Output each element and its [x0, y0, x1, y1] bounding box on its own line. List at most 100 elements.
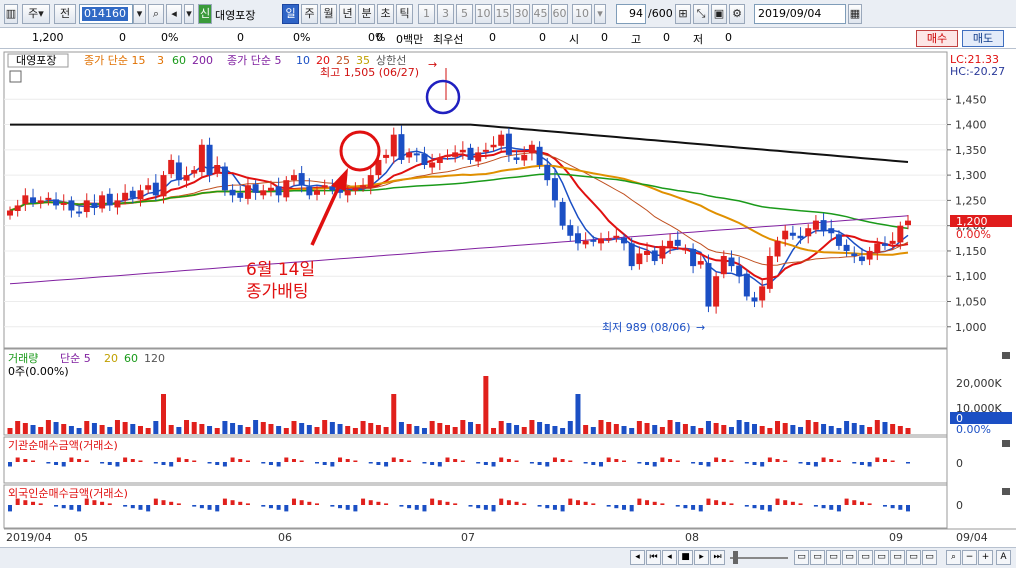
candle-body	[881, 243, 888, 246]
candle-body	[175, 162, 182, 181]
zoom-slider[interactable]	[730, 557, 788, 559]
volume-bar	[99, 425, 105, 434]
candle-body	[83, 200, 90, 213]
foreign-bar	[261, 505, 266, 507]
candle-body	[697, 261, 704, 265]
foreign-bar	[414, 505, 419, 510]
stock-chart[interactable]: 1,450 1,400 1,350 1,300 1,250 1,200 1,150 1,100…	[0, 0, 1016, 548]
institution-bar	[867, 462, 872, 467]
grid-toggle-icon[interactable]	[9, 70, 22, 83]
layout-7-icon[interactable]: ▭	[890, 550, 905, 565]
layout-2-icon[interactable]: ▭	[810, 550, 825, 565]
volume-bar	[306, 425, 312, 434]
volume-bar	[299, 423, 305, 434]
institution-bar	[622, 460, 627, 462]
play-icon[interactable]: ▸	[694, 550, 709, 565]
institution-bar	[775, 459, 780, 462]
high-arrow-icon: →	[428, 58, 437, 71]
institution-bar	[476, 462, 481, 464]
foreign-bar	[683, 505, 688, 509]
layout-3-icon[interactable]: ▭	[826, 550, 841, 565]
zoom-out-icon[interactable]: ⌕	[946, 550, 961, 565]
plus-icon[interactable]: +	[978, 550, 993, 565]
zoom-slider-thumb[interactable]	[733, 551, 738, 564]
high-annotation: 최고 1,505 (06/27)	[320, 66, 419, 79]
candle-body	[444, 154, 451, 157]
layout-4-icon[interactable]: ▭	[842, 550, 857, 565]
layout-8-icon[interactable]: ▭	[906, 550, 921, 565]
candle-body	[536, 146, 543, 165]
layout-5-icon[interactable]: ▭	[858, 550, 873, 565]
institution-bar	[529, 462, 534, 464]
foreign-bar	[23, 500, 28, 505]
candle-body	[498, 134, 505, 146]
stop-icon[interactable]: ■	[678, 550, 693, 565]
institution-bar	[368, 462, 373, 464]
foreign-bar	[153, 498, 158, 505]
institution-bar	[767, 457, 772, 462]
price-tick-label: 1,100	[955, 270, 987, 283]
foreign-bar	[384, 503, 389, 505]
candle-body	[229, 189, 236, 196]
volume-bar	[53, 422, 59, 434]
institution-bar	[192, 460, 197, 462]
volume-bar	[675, 422, 681, 434]
bottom-toolbar: ◂ ⏮ ◂ ■ ▸ ⏭ ▭ ▭ ▭ ▭ ▭ ▭ ▭ ▭ ▭ ⌕ − + A	[0, 547, 1016, 568]
institution-bar	[691, 462, 696, 464]
volume-bar	[383, 427, 389, 434]
minus-icon[interactable]: −	[962, 550, 977, 565]
volume-bar	[736, 420, 742, 434]
institution-bar	[598, 462, 603, 467]
volume-close-icon[interactable]	[1002, 352, 1010, 359]
volume-bar	[375, 425, 381, 434]
institution-bar	[614, 459, 619, 462]
institution-bar	[23, 459, 28, 462]
institution-panel	[3, 436, 948, 484]
volume-bar	[705, 421, 711, 434]
candle-body	[766, 256, 773, 289]
institution-bar	[798, 462, 803, 464]
scroll-left-icon[interactable]: ◂	[630, 550, 645, 565]
institution-bar	[330, 462, 335, 467]
volume-bar	[851, 423, 857, 434]
volume-bar	[15, 421, 21, 434]
foreign-bar	[353, 505, 358, 512]
forward-icon[interactable]: ⏭	[710, 550, 725, 565]
candle-body	[360, 185, 367, 188]
foreign-close-icon[interactable]	[1002, 488, 1010, 495]
volume-bar	[583, 425, 589, 434]
candle-body	[905, 220, 911, 226]
foreign-bar	[552, 505, 557, 510]
institution-bar	[499, 457, 504, 462]
institution-bar	[652, 462, 657, 467]
layout-9-icon[interactable]: ▭	[922, 550, 937, 565]
layout-6-icon[interactable]: ▭	[874, 550, 889, 565]
institution-bar	[637, 462, 642, 464]
font-size-icon[interactable]: A	[996, 550, 1011, 565]
foreign-bar	[276, 505, 281, 510]
foreign-bar	[721, 501, 726, 505]
institution-bar	[606, 457, 611, 462]
layout-1-icon[interactable]: ▭	[794, 550, 809, 565]
candle-body	[513, 157, 520, 160]
foreign-bar	[867, 503, 872, 505]
volume-bar	[176, 427, 182, 434]
play-back-icon[interactable]: ◂	[662, 550, 677, 565]
institution-close-icon[interactable]	[1002, 440, 1010, 447]
rewind-icon[interactable]: ⏮	[646, 550, 661, 565]
volume-bar	[636, 421, 642, 434]
candle-body	[244, 185, 251, 199]
institution-bar	[660, 457, 665, 462]
foreign-bar	[230, 500, 235, 505]
volume-bar	[890, 424, 896, 434]
institution-bar	[276, 462, 281, 467]
x-label-05: 05	[74, 531, 88, 544]
candle-body	[283, 180, 290, 198]
volume-bar	[905, 428, 911, 434]
candle-body	[68, 200, 75, 211]
ma-legend-a2: 3	[157, 54, 164, 67]
candle-body	[628, 243, 635, 267]
foreign-bar	[637, 498, 642, 505]
institution-bar	[453, 459, 458, 462]
volume-bar	[690, 426, 696, 434]
